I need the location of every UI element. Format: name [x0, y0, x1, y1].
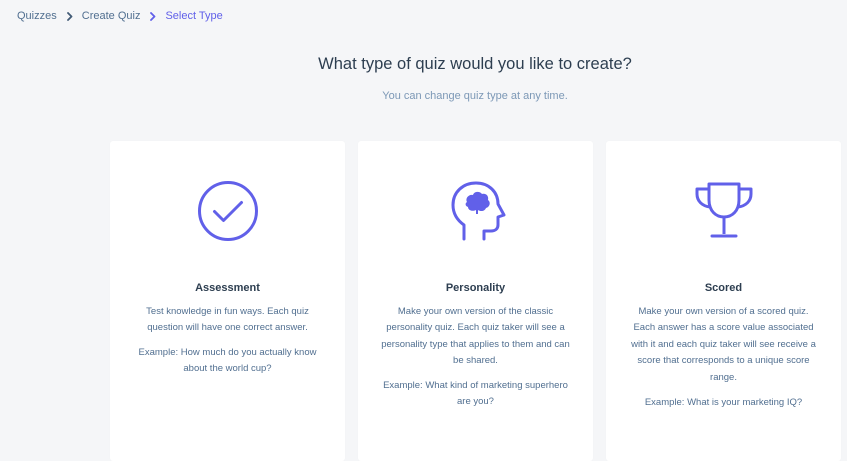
quiz-type-card-assessment[interactable]: Assessment Test knowledge in fun ways. E… [110, 141, 345, 461]
quiz-type-card-personality[interactable]: Personality Make your own version of the… [358, 141, 593, 461]
check-circle-icon [110, 179, 345, 243]
breadcrumb-quizzes[interactable]: Quizzes [17, 10, 57, 22]
breadcrumb-create-quiz[interactable]: Create Quiz [82, 10, 141, 22]
card-description: Test knowledge in fun ways. Each quiz qu… [146, 306, 309, 334]
card-title: Assessment [195, 282, 260, 294]
card-example: Example: What kind of marketing superher… [383, 380, 568, 408]
quiz-type-card-scored[interactable]: Scored Make your own version of a scored… [606, 141, 841, 461]
breadcrumb: Quizzes Create Quiz Select Type [17, 10, 223, 22]
head-brain-icon [358, 179, 593, 243]
page-title: What type of quiz would you like to crea… [318, 55, 632, 73]
chevron-right-icon [66, 11, 73, 21]
card-title: Personality [445, 282, 506, 294]
trophy-icon [606, 179, 841, 243]
page-subtitle: You can change quiz type at any time. [382, 90, 568, 102]
breadcrumb-select-type: Select Type [165, 10, 223, 22]
chevron-right-icon [150, 11, 156, 21]
card-example: Example: What is your marketing IQ? [644, 397, 803, 408]
card-example: Example: How much do you actually know a… [138, 347, 317, 375]
card-title: Scored [704, 282, 743, 294]
card-description: Make your own version of the classic per… [381, 306, 570, 367]
card-description: Make your own version of a scored quiz. … [631, 306, 816, 383]
